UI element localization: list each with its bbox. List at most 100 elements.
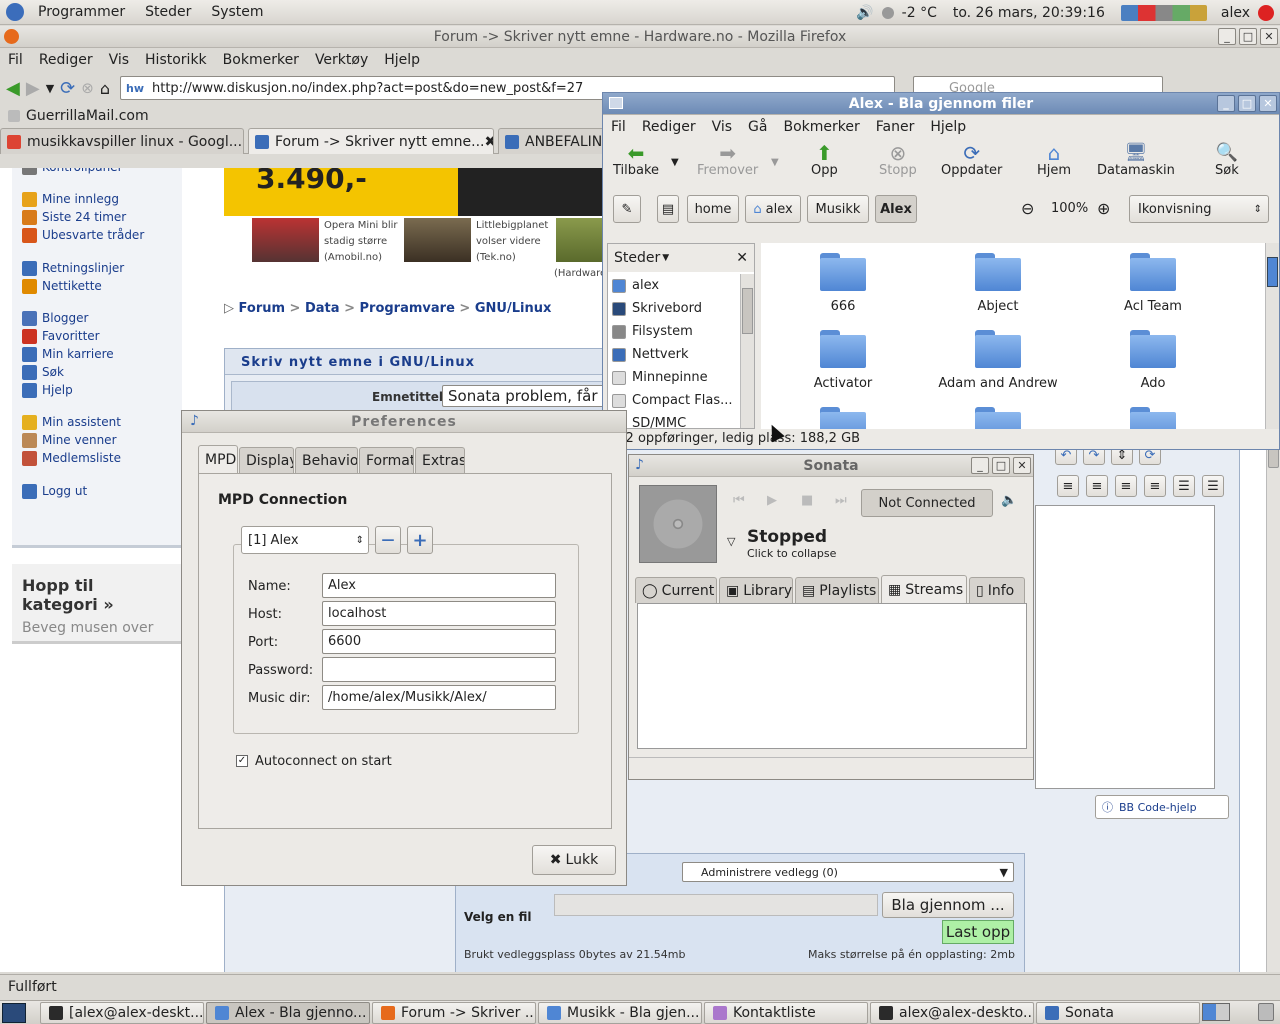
preferences-titlebar[interactable]: ♪ Preferences [182, 411, 626, 433]
tab-google[interactable]: musikkavspiller linux - Googl...✖ [0, 128, 244, 154]
sidebar-item[interactable]: Mine venner [22, 431, 117, 449]
hjem-button[interactable]: ⌂ Hjem [1037, 143, 1071, 178]
chevron-down-icon[interactable]: ▼ [662, 253, 669, 263]
menu-rediger[interactable]: Rediger [634, 119, 704, 135]
add-profile-button[interactable]: + [407, 526, 433, 554]
prev-icon[interactable]: ⏮ [733, 493, 745, 508]
host-field[interactable]: localhost [322, 601, 556, 626]
close-button[interactable]: ✕ [1260, 28, 1278, 45]
collapse-icon[interactable]: ▽ [727, 535, 735, 548]
places-item[interactable]: Minnepinne [608, 366, 736, 389]
view-select[interactable]: Ikonvisning ⇕ [1129, 195, 1269, 223]
places-scrollbar[interactable] [740, 274, 754, 428]
menu-verktoy[interactable]: Verktøy [307, 52, 376, 68]
news-text-1[interactable]: Opera Mini blir stadig større (Amobil.no) [324, 218, 398, 266]
nautilus-titlebar[interactable]: Alex - Bla gjennom filer _ □ ✕ [603, 93, 1279, 115]
scrollbar-thumb[interactable] [1267, 257, 1278, 287]
maximize-button[interactable]: □ [992, 457, 1010, 474]
user-name[interactable]: alex [1221, 5, 1250, 21]
musicdir-field[interactable]: /home/alex/Musikk/Alex/ [322, 685, 556, 710]
forward-icon[interactable]: ▶ [26, 78, 40, 99]
sidebar-item[interactable]: Min assistent [22, 413, 121, 431]
album-art[interactable] [639, 485, 717, 563]
tab-streams[interactable]: ▦ Streams [881, 575, 967, 603]
tab-close-icon[interactable]: ✖ [485, 134, 494, 150]
menu-bokmerker[interactable]: Bokmerker [215, 52, 307, 68]
breadcrumb-programvare[interactable]: Programvare [360, 301, 455, 316]
menu-programmer[interactable]: Programmer [28, 4, 135, 20]
remove-profile-button[interactable]: — [375, 526, 401, 554]
places-item[interactable]: alex [608, 274, 736, 297]
history-dropdown-icon[interactable]: ▼ [46, 82, 54, 95]
forward-dropdown-icon[interactable]: ▼ [771, 157, 779, 168]
taskbar-item[interactable]: Sonata [1036, 1001, 1200, 1024]
path-musikk[interactable]: Musikk [807, 195, 869, 223]
places-item[interactable]: Nettverk [608, 343, 736, 366]
zoom-in-icon[interactable]: ⊕ [1097, 199, 1110, 218]
folder-item[interactable]: Acl Team [1083, 253, 1223, 314]
zoom-out-icon[interactable]: ⊖ [1021, 199, 1034, 218]
scrollbar-thumb[interactable] [742, 288, 753, 334]
bookmark-guerrillamail[interactable]: GuerrillaMail.com [26, 108, 149, 124]
folder-item[interactable] [1083, 407, 1223, 429]
sidebar-item[interactable]: Nettikette [22, 277, 102, 295]
profile-select[interactable]: [1] Alex ⇕ [241, 526, 369, 554]
sidebar-item[interactable]: Kontrollpanel [22, 168, 121, 176]
tab-mpd[interactable]: MPD [198, 445, 238, 473]
sok-button[interactable]: 🔍 Søk [1215, 143, 1239, 179]
back-dropdown-icon[interactable]: ▼ [671, 157, 679, 168]
stop-icon[interactable]: ■ [801, 493, 813, 508]
menu-vis[interactable]: Vis [704, 119, 740, 135]
stopp-button[interactable]: ⊗ Stopp [879, 143, 917, 178]
taskbar-item[interactable]: [alex@alex-deskt... [40, 1001, 204, 1024]
taskbar-item[interactable]: Forum -> Skriver ... [372, 1001, 536, 1024]
path-alex-current[interactable]: Alex [875, 195, 917, 223]
stop-icon[interactable]: ⊗ [81, 79, 94, 97]
path-home[interactable]: home [687, 195, 739, 223]
minimize-button[interactable]: _ [1217, 95, 1235, 112]
close-button[interactable]: ✕ [1259, 95, 1277, 112]
reload-icon[interactable]: ⟳ [60, 78, 75, 99]
folder-item[interactable] [773, 407, 913, 429]
menu-ga[interactable]: Gå [740, 119, 775, 135]
clock[interactable]: to. 26 mars, 20:39:16 [953, 5, 1105, 21]
sidebar-item[interactable]: Blogger [22, 309, 88, 327]
news-text-2[interactable]: Littlebigplanet volser videre (Tek.no) [476, 218, 548, 266]
ad-banner[interactable]: 3.490,- [224, 168, 614, 216]
bbcode-help-button[interactable]: ⓘ BB Code-hjelp [1095, 795, 1229, 819]
close-pane-icon[interactable]: ✕ [736, 250, 748, 266]
menu-steder[interactable]: Steder [135, 4, 201, 20]
menu-vis[interactable]: Vis [101, 52, 137, 68]
align-left-icon[interactable]: ≡ [1086, 475, 1108, 497]
autoconnect-label[interactable]: Autoconnect on start [255, 754, 392, 769]
breadcrumb-forum[interactable]: Forum [239, 301, 286, 316]
sidebar-item[interactable]: Ubesvarte tråder [22, 226, 144, 244]
path-left-icon[interactable]: ▤ [657, 195, 679, 223]
edit-location-icon[interactable]: ✎ [613, 195, 641, 223]
maximize-button[interactable]: □ [1238, 95, 1256, 112]
vedlegg-select[interactable]: Administrere vedlegg (0) ▼ [682, 862, 1014, 882]
folder-item[interactable] [928, 407, 1068, 429]
temperature[interactable]: -2 °C [902, 5, 937, 21]
workspace-switcher[interactable] [1202, 1003, 1230, 1021]
taskbar-item[interactable]: Alex - Bla gjenno... [206, 1001, 370, 1024]
play-icon[interactable]: ▶ [767, 493, 777, 508]
tab-display[interactable]: Display [239, 447, 294, 473]
menu-bokmerker[interactable]: Bokmerker [775, 119, 867, 135]
next-icon[interactable]: ⏭ [835, 493, 847, 508]
last-opp-button[interactable]: Last opp [942, 920, 1014, 944]
path-alex[interactable]: ⌂ alex [745, 195, 801, 223]
sidebar-item[interactable]: Medlemsliste [22, 449, 121, 467]
places-item[interactable]: Filsystem [608, 320, 736, 343]
menu-fil[interactable]: Fil [603, 119, 634, 135]
back-icon[interactable]: ◀ [6, 78, 20, 99]
tray-icons[interactable] [1120, 4, 1207, 21]
taskbar-item[interactable]: Musikk - Bla gjen... [538, 1001, 702, 1024]
folder-item[interactable]: Adam and Andrew [928, 330, 1068, 391]
places-item[interactable]: Compact Flas... [608, 389, 736, 412]
news-thumb-2[interactable] [404, 218, 471, 262]
file-path-input[interactable] [554, 894, 878, 916]
name-field[interactable]: Alex [322, 573, 556, 598]
trash-icon[interactable] [1258, 1003, 1274, 1021]
home-icon[interactable]: ⌂ [100, 79, 110, 98]
